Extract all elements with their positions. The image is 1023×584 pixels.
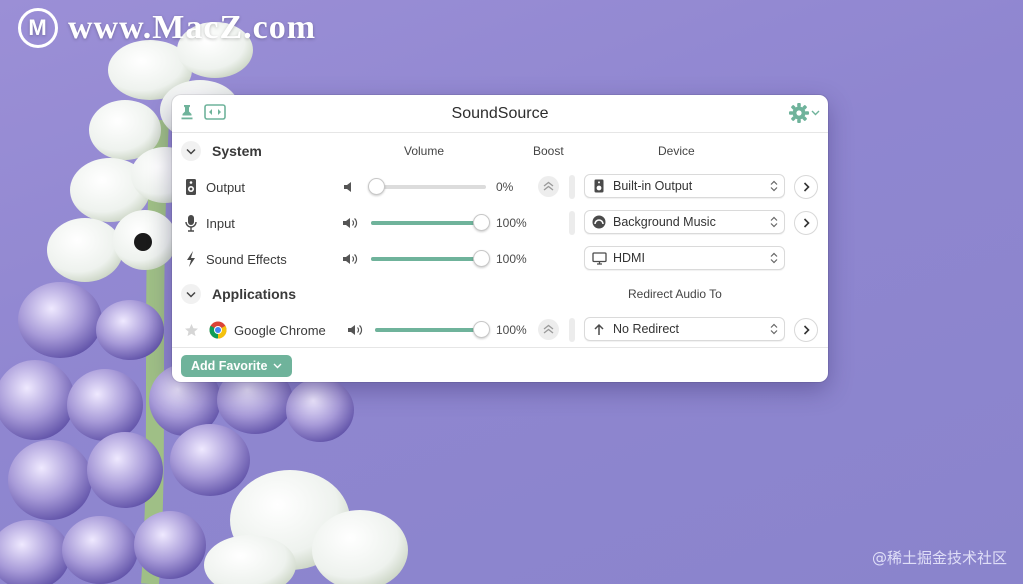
microphone-icon	[182, 213, 200, 233]
add-favorite-label: Add Favorite	[191, 359, 268, 373]
output-details-button[interactable]	[794, 175, 818, 199]
boost-icon	[543, 181, 554, 191]
collapse-system-button[interactable]	[181, 141, 201, 161]
watermark-logo: M	[18, 8, 58, 48]
applications-title: Applications	[212, 286, 297, 302]
chrome-icon	[209, 320, 227, 340]
system-row-input: Input 100% Background Music	[172, 207, 828, 239]
boost-icon	[543, 324, 554, 334]
chevron-right-icon	[803, 325, 810, 335]
slider-fill	[371, 221, 481, 225]
system-row-output: Output 0% Built-in Output	[172, 171, 828, 203]
chrome-boost-button[interactable]	[538, 319, 559, 340]
output-device-value: Built-in Output	[613, 179, 693, 193]
boost-column-label: Boost	[533, 144, 564, 158]
sound-effects-volume-value: 100%	[496, 252, 527, 266]
add-favorite-button[interactable]: Add Favorite	[181, 355, 293, 377]
speaker-loud-icon[interactable]	[342, 215, 358, 231]
favorite-star-icon[interactable]	[182, 320, 200, 340]
background-music-icon	[591, 214, 607, 230]
chevron-down-icon[interactable]	[811, 110, 820, 116]
separator	[569, 211, 575, 235]
input-volume-value: 100%	[496, 216, 527, 230]
chevron-down-icon	[186, 148, 196, 155]
chrome-volume-slider[interactable]	[375, 321, 490, 338]
watermark-text: www.MacZ.com	[68, 9, 317, 46]
sound-effects-volume-slider[interactable]	[371, 250, 490, 267]
device-column-label: Device	[658, 144, 695, 158]
input-details-button[interactable]	[794, 211, 818, 235]
slider-track	[376, 185, 486, 189]
applications-section-header: Applications Redirect Audio To	[172, 281, 828, 307]
input-volume-slider[interactable]	[371, 214, 490, 231]
output-volume-value: 0%	[496, 180, 514, 194]
chrome-redirect-value: No Redirect	[613, 322, 679, 336]
output-boost-button[interactable]	[538, 176, 559, 197]
chrome-details-button[interactable]	[794, 318, 818, 342]
chevron-right-icon	[803, 182, 810, 192]
updown-chevron-icon	[770, 323, 778, 335]
updown-chevron-icon	[770, 180, 778, 192]
slider-fill	[375, 328, 481, 332]
slider-fill	[371, 257, 481, 261]
window-title: SoundSource	[451, 104, 549, 122]
input-device-value: Background Music	[613, 215, 716, 229]
watermark: M www.MacZ.com	[18, 8, 316, 48]
redirect-column-label: Redirect Audio To	[628, 287, 722, 301]
separator	[569, 175, 575, 199]
slider-knob[interactable]	[473, 321, 490, 338]
speaker-device-icon	[182, 177, 200, 197]
slider-knob[interactable]	[473, 250, 490, 267]
chevron-down-icon	[273, 363, 282, 369]
pin-icon[interactable]	[180, 104, 194, 120]
output-volume-slider[interactable]	[368, 178, 486, 195]
output-device-select[interactable]: Built-in Output	[584, 174, 785, 198]
gear-icon[interactable]	[788, 102, 810, 124]
footer-divider	[172, 347, 828, 348]
chrome-volume-value: 100%	[496, 323, 527, 337]
image-credit: @稀土掘金技术社区	[871, 549, 1007, 567]
google-chrome-label: Google Chrome	[234, 323, 326, 338]
chevron-right-icon	[803, 218, 810, 228]
separator	[569, 318, 575, 342]
slider-knob[interactable]	[473, 214, 490, 231]
input-device-select[interactable]: Background Music	[584, 210, 785, 234]
collapse-applications-button[interactable]	[181, 284, 201, 304]
chrome-redirect-select[interactable]: No Redirect	[584, 317, 785, 341]
monitor-icon	[591, 250, 607, 266]
output-label: Output	[206, 180, 246, 195]
system-title: System	[212, 143, 262, 159]
speaker-loud-icon[interactable]	[347, 322, 363, 338]
input-label: Input	[206, 216, 235, 231]
title-bar: SoundSource	[172, 95, 828, 133]
sound-effects-device-select[interactable]: HDMI	[584, 246, 785, 270]
lightning-icon	[182, 249, 200, 269]
sound-effects-device-value: HDMI	[613, 251, 645, 265]
app-row-google-chrome: Google Chrome 100% No Redirect	[172, 314, 828, 346]
arrow-up-icon	[591, 321, 607, 337]
system-row-sound-effects: Sound Effects 100% HDMI	[172, 243, 828, 275]
slider-knob[interactable]	[368, 178, 385, 195]
speaker-loud-icon[interactable]	[342, 251, 358, 267]
updown-chevron-icon	[770, 252, 778, 264]
speaker-muted-icon[interactable]	[342, 179, 358, 195]
chevron-down-icon	[186, 291, 196, 298]
sound-effects-label: Sound Effects	[206, 252, 287, 267]
system-section-header: System Volume Boost Device	[172, 138, 828, 164]
expand-window-icon[interactable]	[204, 104, 226, 120]
speaker-device-icon	[591, 178, 607, 194]
updown-chevron-icon	[770, 216, 778, 228]
soundsource-window: SoundSource System Volume Boost Device O…	[172, 95, 828, 382]
volume-column-label: Volume	[404, 144, 445, 158]
